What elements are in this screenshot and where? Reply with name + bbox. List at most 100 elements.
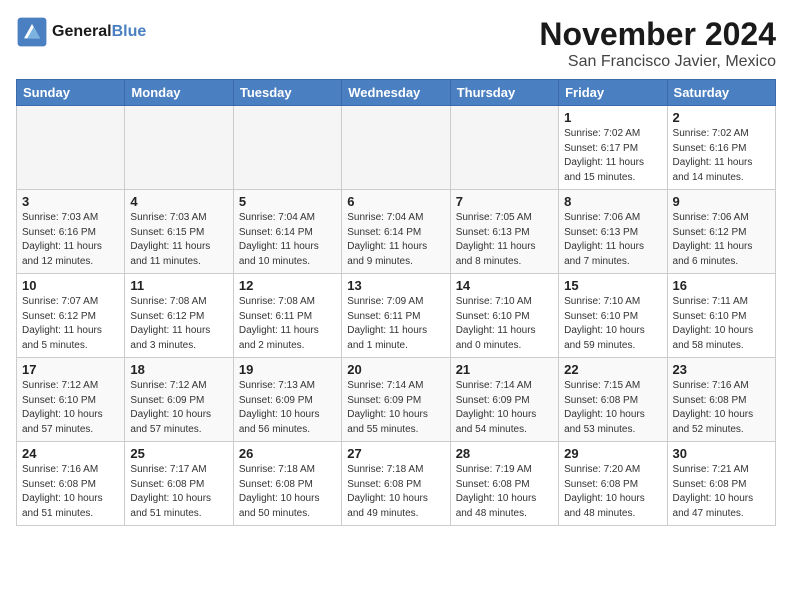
calendar-week: 3Sunrise: 7:03 AM Sunset: 6:16 PM Daylig… [17, 190, 776, 274]
day-info: Sunrise: 7:03 AM Sunset: 6:15 PM Dayligh… [130, 211, 227, 269]
calendar-week: 17 Sunrise: 7:12 AM Sunset: 6:10 PM Dayli… [17, 358, 776, 442]
calendar-cell: 25 Sunrise: 7:17 AM Sunset: 6:08 PM Dayli… [125, 442, 233, 526]
logo-text: GeneralBlue [52, 22, 146, 41]
day-number: 21 [456, 362, 553, 377]
day-number: 13 [347, 278, 444, 293]
calendar-cell: 20 Sunrise: 7:14 AM Sunset: 6:09 PM Dayli… [342, 358, 450, 442]
day-number: 7 [456, 194, 553, 209]
day-number: 8 [564, 194, 661, 209]
day-info: Sunrise: 7:13 AM Sunset: 6:09 PM Dayligh… [239, 379, 336, 437]
calendar-cell [17, 106, 125, 190]
calendar-cell [342, 106, 450, 190]
calendar-week: 10 Sunrise: 7:07 AM Sunset: 6:12 PM Dayli… [17, 274, 776, 358]
calendar-cell: 27 Sunrise: 7:18 AM Sunset: 6:08 PM Dayli… [342, 442, 450, 526]
calendar-cell: 26 Sunrise: 7:18 AM Sunset: 6:08 PM Dayli… [233, 442, 341, 526]
calendar-cell: 5 Sunrise: 7:04 AM Sunset: 6:14 PM Daylig… [233, 190, 341, 274]
day-info: Sunrise: 7:09 AM Sunset: 6:11 PM Dayligh… [347, 295, 444, 353]
day-number: 10 [22, 278, 119, 293]
day-number: 26 [239, 446, 336, 461]
day-info: Sunrise: 7:07 AM Sunset: 6:12 PM Dayligh… [22, 295, 119, 353]
day-info: Sunrise: 7:08 AM Sunset: 6:11 PM Dayligh… [239, 295, 336, 353]
day-number: 1 [564, 110, 661, 125]
weekday-header: Tuesday [233, 80, 341, 106]
calendar-cell: 12 Sunrise: 7:08 AM Sunset: 6:11 PM Dayli… [233, 274, 341, 358]
day-number: 2 [673, 110, 770, 125]
location-title: San Francisco Javier, Mexico [539, 53, 776, 71]
day-number: 5 [239, 194, 336, 209]
title-area: November 2024 San Francisco Javier, Mexi… [539, 16, 776, 71]
day-info: Sunrise: 7:02 AM Sunset: 6:16 PM Dayligh… [673, 127, 770, 185]
day-info: Sunrise: 7:17 AM Sunset: 6:08 PM Dayligh… [130, 463, 227, 521]
day-number: 16 [673, 278, 770, 293]
calendar-week: 24 Sunrise: 7:16 AM Sunset: 6:08 PM Dayli… [17, 442, 776, 526]
day-number: 3 [22, 194, 119, 209]
day-number: 20 [347, 362, 444, 377]
header: GeneralBlue November 2024 San Francisco … [16, 16, 776, 71]
day-number: 4 [130, 194, 227, 209]
calendar-cell: 15 Sunrise: 7:10 AM Sunset: 6:10 PM Dayli… [559, 274, 667, 358]
calendar-cell: 28Sunrise: 7:19 AM Sunset: 6:08 PM Dayli… [450, 442, 558, 526]
calendar-cell: 13 Sunrise: 7:09 AM Sunset: 6:11 PM Dayli… [342, 274, 450, 358]
weekday-header: Thursday [450, 80, 558, 106]
day-number: 9 [673, 194, 770, 209]
day-info: Sunrise: 7:18 AM Sunset: 6:08 PM Dayligh… [347, 463, 444, 521]
day-number: 6 [347, 194, 444, 209]
logo-icon [16, 16, 48, 48]
calendar-cell: 4 Sunrise: 7:03 AM Sunset: 6:15 PM Daylig… [125, 190, 233, 274]
day-info: Sunrise: 7:12 AM Sunset: 6:10 PM Dayligh… [22, 379, 119, 437]
calendar-cell: 11Sunrise: 7:08 AM Sunset: 6:12 PM Dayli… [125, 274, 233, 358]
day-info: Sunrise: 7:10 AM Sunset: 6:10 PM Dayligh… [456, 295, 553, 353]
day-number: 12 [239, 278, 336, 293]
calendar-cell: 16 Sunrise: 7:11 AM Sunset: 6:10 PM Dayli… [667, 274, 775, 358]
calendar-cell: 6 Sunrise: 7:04 AM Sunset: 6:14 PM Daylig… [342, 190, 450, 274]
day-info: Sunrise: 7:18 AM Sunset: 6:08 PM Dayligh… [239, 463, 336, 521]
weekday-header: Monday [125, 80, 233, 106]
calendar-cell: 3Sunrise: 7:03 AM Sunset: 6:16 PM Daylig… [17, 190, 125, 274]
weekday-header: Sunday [17, 80, 125, 106]
day-number: 18 [130, 362, 227, 377]
day-info: Sunrise: 7:05 AM Sunset: 6:13 PM Dayligh… [456, 211, 553, 269]
day-info: Sunrise: 7:06 AM Sunset: 6:12 PM Dayligh… [673, 211, 770, 269]
day-info: Sunrise: 7:21 AM Sunset: 6:08 PM Dayligh… [673, 463, 770, 521]
calendar-cell: 1Sunrise: 7:02 AM Sunset: 6:17 PM Daylig… [559, 106, 667, 190]
calendar-cell: 29 Sunrise: 7:20 AM Sunset: 6:08 PM Dayli… [559, 442, 667, 526]
day-number: 29 [564, 446, 661, 461]
calendar-cell: 23Sunrise: 7:16 AM Sunset: 6:08 PM Dayli… [667, 358, 775, 442]
day-info: Sunrise: 7:15 AM Sunset: 6:08 PM Dayligh… [564, 379, 661, 437]
calendar-cell: 2 Sunrise: 7:02 AM Sunset: 6:16 PM Daylig… [667, 106, 775, 190]
day-info: Sunrise: 7:04 AM Sunset: 6:14 PM Dayligh… [347, 211, 444, 269]
day-info: Sunrise: 7:16 AM Sunset: 6:08 PM Dayligh… [22, 463, 119, 521]
calendar-cell: 10 Sunrise: 7:07 AM Sunset: 6:12 PM Dayli… [17, 274, 125, 358]
day-number: 25 [130, 446, 227, 461]
day-info: Sunrise: 7:11 AM Sunset: 6:10 PM Dayligh… [673, 295, 770, 353]
calendar-week: 1Sunrise: 7:02 AM Sunset: 6:17 PM Daylig… [17, 106, 776, 190]
calendar-cell [125, 106, 233, 190]
day-number: 24 [22, 446, 119, 461]
day-number: 17 [22, 362, 119, 377]
day-number: 22 [564, 362, 661, 377]
day-number: 15 [564, 278, 661, 293]
day-number: 19 [239, 362, 336, 377]
day-info: Sunrise: 7:20 AM Sunset: 6:08 PM Dayligh… [564, 463, 661, 521]
day-info: Sunrise: 7:14 AM Sunset: 6:09 PM Dayligh… [347, 379, 444, 437]
day-info: Sunrise: 7:19 AM Sunset: 6:08 PM Dayligh… [456, 463, 553, 521]
day-number: 23 [673, 362, 770, 377]
calendar-cell: 30 Sunrise: 7:21 AM Sunset: 6:08 PM Dayli… [667, 442, 775, 526]
weekday-header: Friday [559, 80, 667, 106]
calendar-cell: 21 Sunrise: 7:14 AM Sunset: 6:09 PM Dayli… [450, 358, 558, 442]
month-title: November 2024 [539, 16, 776, 53]
day-number: 30 [673, 446, 770, 461]
day-info: Sunrise: 7:14 AM Sunset: 6:09 PM Dayligh… [456, 379, 553, 437]
day-info: Sunrise: 7:10 AM Sunset: 6:10 PM Dayligh… [564, 295, 661, 353]
day-info: Sunrise: 7:12 AM Sunset: 6:09 PM Dayligh… [130, 379, 227, 437]
logo: GeneralBlue [16, 16, 146, 48]
day-info: Sunrise: 7:04 AM Sunset: 6:14 PM Dayligh… [239, 211, 336, 269]
calendar-cell: 14Sunrise: 7:10 AM Sunset: 6:10 PM Dayli… [450, 274, 558, 358]
calendar: SundayMondayTuesdayWednesdayThursdayFrid… [16, 79, 776, 526]
day-number: 27 [347, 446, 444, 461]
calendar-cell: 17 Sunrise: 7:12 AM Sunset: 6:10 PM Dayli… [17, 358, 125, 442]
day-info: Sunrise: 7:06 AM Sunset: 6:13 PM Dayligh… [564, 211, 661, 269]
calendar-cell: 22 Sunrise: 7:15 AM Sunset: 6:08 PM Dayli… [559, 358, 667, 442]
calendar-cell: 18 Sunrise: 7:12 AM Sunset: 6:09 PM Dayli… [125, 358, 233, 442]
weekday-header: Wednesday [342, 80, 450, 106]
